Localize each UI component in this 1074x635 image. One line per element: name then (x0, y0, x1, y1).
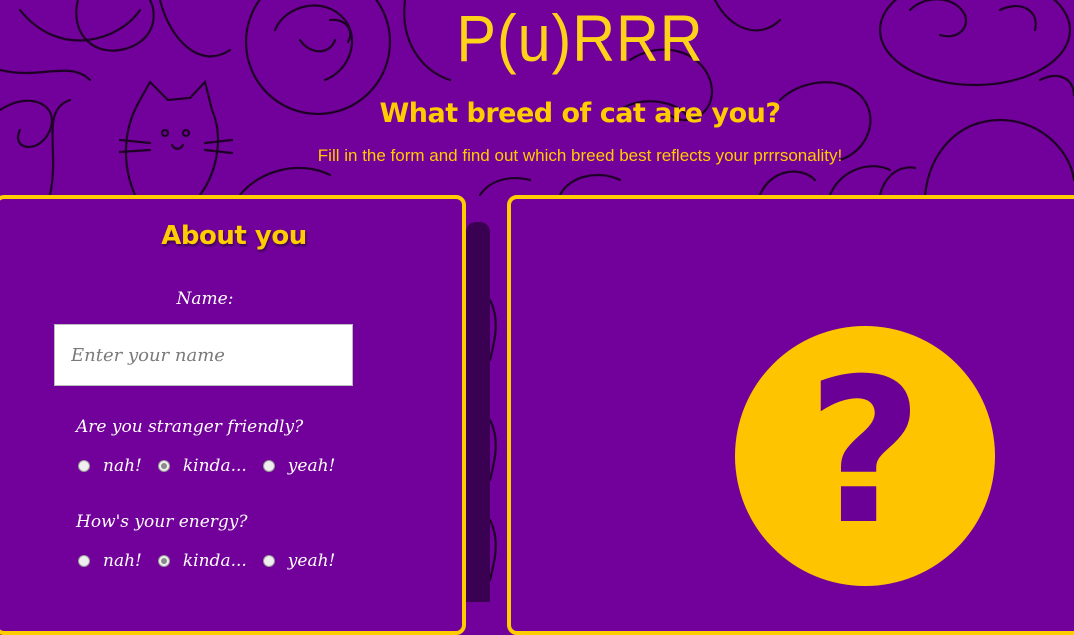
radio-stranger-nah[interactable] (78, 460, 90, 472)
radio-label-energy-kinda: kinda... (182, 551, 247, 571)
radio-label-energy-nah: nah! (103, 551, 142, 571)
radio-energy-yeah[interactable] (262, 555, 275, 567)
radio-stranger-yeah[interactable] (262, 460, 275, 472)
radio-group-stranger-friendly: nah! kinda... yeah! (78, 454, 351, 478)
radio-energy-kinda[interactable] (157, 555, 170, 567)
question-label-energy: How's your energy? (76, 512, 248, 532)
radio-label-energy-yeah: yeah! (287, 551, 336, 571)
page-tagline: Fill in the form and find out which bree… (317, 146, 843, 165)
app-logo: P(u)RRR (456, 1, 704, 75)
form-title: About you (161, 221, 307, 251)
radio-stranger-kinda[interactable] (157, 460, 170, 472)
result-placeholder: ? (735, 326, 995, 586)
radio-energy-nah[interactable] (78, 555, 90, 567)
name-label: Name: (176, 289, 234, 309)
panel-gap-shadow (466, 222, 490, 602)
question-label-stranger-friendly: Are you stranger friendly? (76, 417, 304, 437)
about-you-form-panel: About you Name: Are you stranger friendl… (0, 195, 466, 635)
question-mark-icon: ? (806, 336, 923, 569)
radio-label-stranger-kinda: kinda... (182, 456, 247, 476)
name-input[interactable] (54, 324, 353, 386)
radio-label-stranger-nah: nah! (103, 456, 142, 476)
radio-label-stranger-yeah: yeah! (287, 456, 336, 476)
radio-group-energy: nah! kinda... yeah! (78, 549, 351, 573)
page-subtitle: What breed of cat are you? (379, 98, 781, 129)
